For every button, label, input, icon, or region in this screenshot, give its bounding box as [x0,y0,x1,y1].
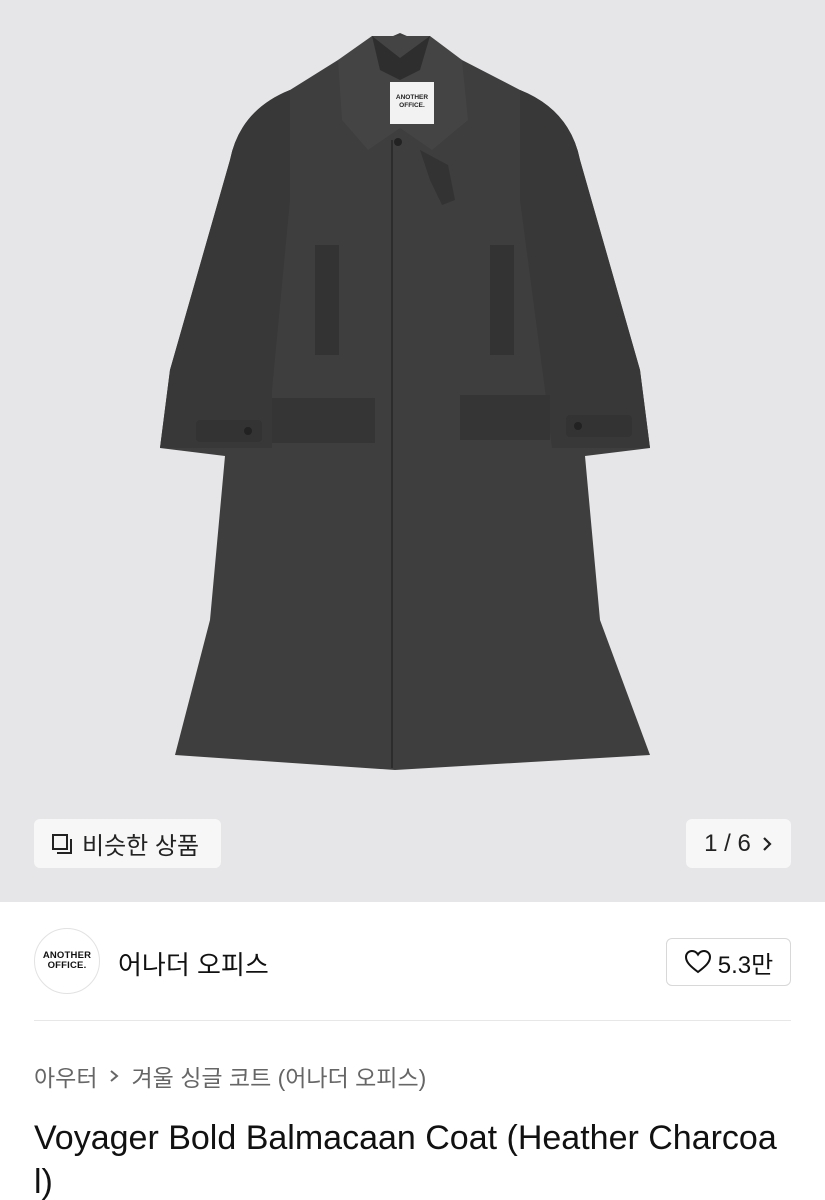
breadcrumb-item-category[interactable]: 겨울 싱글 코트 (어나더 오피스) [131,1059,426,1093]
similar-items-label: 비슷한 상품 [82,833,200,860]
garment-label-text-1: ANOTHER [396,94,428,101]
pager-total: 6 [737,829,751,857]
pager-separator: / [724,829,731,857]
product-image-carousel[interactable]: ANOTHER OFFICE. 비슷한 상품 1 / 6 [0,0,825,902]
image-pager[interactable]: 1 / 6 [686,819,791,868]
brand-row: ANOTHER OFFICE. 어나더 오피스 5.3만 [34,928,791,994]
breadcrumb: 아우터 겨울 싱글 코트 (어나더 오피스) [34,1059,426,1093]
pager-text: 1 / 6 [704,830,751,858]
pager-current: 1 [704,829,718,857]
chevron-right-icon [110,1070,120,1082]
coat-product-image: ANOTHER OFFICE. [160,33,650,770]
divider [34,1020,791,1021]
brand-name[interactable]: 어나더 오피스 [118,945,269,982]
similar-items-icon [52,833,72,854]
product-title: Voyager Bold Balmacaan Coat (Heather Cha… [34,1119,777,1200]
chevron-right-icon [763,836,772,851]
garment-label-text-2: OFFICE. [399,102,425,109]
breadcrumb-item-outer[interactable]: 아우터 [34,1059,97,1093]
brand-logo[interactable]: ANOTHER OFFICE. [34,928,100,994]
similar-items-button[interactable]: 비슷한 상품 [34,819,221,868]
like-count: 5.3만 [717,951,774,979]
heart-icon [684,949,711,974]
brand-logo-line2: OFFICE. [47,960,87,971]
like-button[interactable]: 5.3만 [666,938,791,986]
